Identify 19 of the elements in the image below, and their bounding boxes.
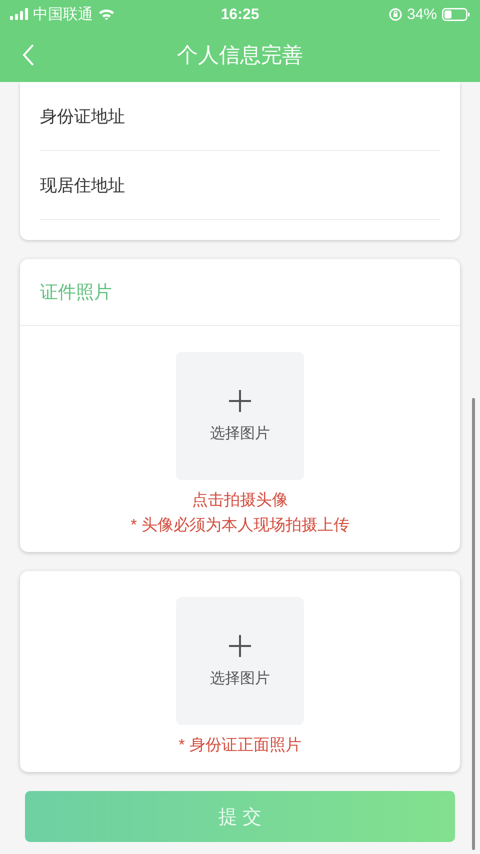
rotation-lock-icon bbox=[388, 8, 402, 20]
clock-time: 16:25 bbox=[220, 6, 260, 22]
field-label: 现居住地址 bbox=[40, 174, 125, 196]
choose-image-button[interactable]: 选择图片 bbox=[176, 352, 304, 480]
battery-percent: 34% bbox=[406, 6, 437, 22]
plus-icon bbox=[229, 634, 251, 656]
section-title: 证件照片 bbox=[40, 281, 112, 304]
choose-image-button[interactable]: 选择图片 bbox=[176, 597, 304, 725]
battery-icon bbox=[442, 8, 470, 20]
page-title: 个人信息完善 bbox=[177, 43, 303, 69]
wifi-icon bbox=[98, 8, 115, 20]
hint-text: * 身份证正面照片 bbox=[178, 736, 302, 756]
plus-icon bbox=[229, 390, 251, 412]
carrier-name: 中国联通 bbox=[33, 4, 93, 24]
signal-icon bbox=[10, 8, 28, 20]
hint-text: * 头像必须为本人现场拍摄上传 bbox=[130, 516, 350, 536]
field-label: 身份证地址 bbox=[40, 106, 125, 128]
hint-text: 点击拍摄头像 bbox=[192, 490, 288, 511]
chevron-left-icon bbox=[21, 43, 35, 67]
